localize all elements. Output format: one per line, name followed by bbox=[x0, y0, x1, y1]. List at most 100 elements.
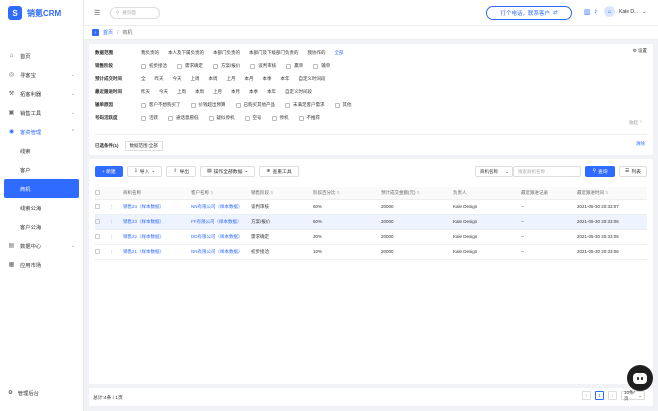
filter-checkbox[interactable]: 价钱超出预算 bbox=[190, 102, 226, 108]
row-checkbox[interactable] bbox=[95, 218, 100, 224]
assistant-robot-icon[interactable] bbox=[627, 365, 653, 391]
dedupe-button[interactable]: ⊕ 查重工具 bbox=[259, 166, 299, 177]
column-header[interactable]: 阶段百分比⇅ bbox=[313, 187, 381, 200]
import-button[interactable]: ⇩ 导入 ⌄ bbox=[126, 166, 163, 177]
filter-option[interactable]: 本周 bbox=[195, 89, 204, 95]
app-logo[interactable]: S 销氪CRM bbox=[0, 0, 83, 26]
sidebar-item-xunkebao[interactable]: ◎ 寻客宝 ⌄ bbox=[0, 65, 83, 84]
filter-checkbox[interactable]: 方案/报价 bbox=[213, 63, 240, 69]
column-header[interactable]: 负责人 bbox=[453, 187, 521, 200]
filter-checkbox[interactable]: 停机 bbox=[271, 115, 289, 121]
filter-option[interactable]: 本部门负责的 bbox=[213, 50, 240, 56]
filter-option[interactable]: 本季 bbox=[263, 76, 272, 82]
filter-checkbox[interactable]: 不推荐 bbox=[298, 115, 320, 121]
table-row[interactable]: ⋮ 销售23（样本数据） FF有限公司（样本数据） 方案/报价 50% 20000 Kale… bbox=[95, 214, 647, 230]
filter-option[interactable]: 本部门及下级部门负责的 bbox=[249, 50, 299, 56]
filter-option[interactable]: 今天 bbox=[173, 76, 182, 82]
table-row[interactable]: ⋮ 销售21（样本数据） NN有限公司（样本数据） 初步接洽 10% 20000 Kale … bbox=[95, 244, 647, 260]
row-menu-icon[interactable]: ⋮ bbox=[109, 214, 123, 230]
filter-option[interactable]: 昨天 bbox=[155, 76, 164, 82]
cell-name[interactable]: 销售21（样本数据） bbox=[123, 244, 191, 260]
sort-icon[interactable]: ⇅ bbox=[605, 190, 608, 195]
sidebar-item-home[interactable]: ⌂ 首页 bbox=[0, 46, 83, 65]
query-button[interactable]: ⚲ 查询 bbox=[585, 166, 615, 177]
filter-option[interactable]: 自定义时间段 bbox=[299, 76, 326, 82]
cell-customer[interactable]: NN有限公司（样本数据） bbox=[191, 244, 251, 260]
column-header[interactable]: 商机名称 bbox=[123, 187, 191, 200]
crumb-home[interactable]: 首页 bbox=[103, 29, 113, 36]
filter-option[interactable]: 全部 bbox=[335, 50, 344, 56]
sidebar-item-sales-tools[interactable]: ▣ 销售工具 ⌄ bbox=[0, 103, 83, 122]
column-header[interactable]: 销售阶段⇅ bbox=[251, 187, 313, 200]
filter-checkbox[interactable]: 客户不想购买了 bbox=[141, 102, 181, 108]
cell-name[interactable]: 销售24（样本数据） bbox=[123, 199, 191, 215]
filter-option[interactable]: 自定义时间段 bbox=[285, 89, 312, 95]
keyword-input[interactable]: 搜索商机名称 bbox=[513, 166, 581, 177]
prev-page-button[interactable]: ‹ bbox=[582, 391, 591, 400]
filter-checkbox[interactable]: 谈判审核 bbox=[250, 63, 276, 69]
sidebar-subitem-opportunities[interactable]: 商机 bbox=[4, 179, 79, 198]
filter-option[interactable]: 本月 bbox=[245, 76, 254, 82]
filter-checkbox[interactable]: 活跃 bbox=[141, 115, 158, 121]
filter-checkbox[interactable]: 赢单 bbox=[286, 63, 303, 69]
bell-icon[interactable]: ♪ bbox=[594, 8, 598, 15]
filter-option[interactable]: 本季 bbox=[249, 89, 258, 95]
sidebar-item-admin[interactable]: ⚙ 管理后台 bbox=[8, 389, 39, 397]
row-menu-icon[interactable]: ⋮ bbox=[109, 199, 123, 215]
cell-customer[interactable]: FF有限公司（样本数据） bbox=[191, 214, 251, 230]
sort-icon[interactable]: ⇅ bbox=[337, 190, 340, 195]
collapse-button[interactable]: 收起 ⌃ bbox=[629, 120, 643, 126]
sidebar-subitem-customers[interactable]: 客户 bbox=[0, 160, 83, 179]
sidebar-item-app-market[interactable]: ▦ 应用市场 bbox=[0, 255, 83, 274]
column-header[interactable]: 预计成交金额(元)⇅ bbox=[381, 187, 453, 200]
page-size-select[interactable]: 10条/页 ⌄ bbox=[621, 390, 645, 401]
sort-icon[interactable]: ⇅ bbox=[417, 190, 420, 195]
filter-option[interactable]: 本周 bbox=[209, 76, 218, 82]
user-menu[interactable]: ☺ Kale D... ⌄ bbox=[604, 6, 646, 17]
cell-name[interactable]: 销售23（样本数据） bbox=[123, 214, 191, 230]
filter-checkbox[interactable]: 初步接洽 bbox=[141, 63, 167, 69]
filter-checkbox[interactable]: 空号 bbox=[244, 115, 262, 121]
filter-option[interactable]: 我负责的 bbox=[141, 50, 159, 56]
bulk-ops-button[interactable]: ▤ 操作全部数据 ⌄ bbox=[200, 166, 256, 177]
filter-checkbox[interactable]: 需求确定 bbox=[177, 63, 203, 69]
filter-option[interactable]: 上周 bbox=[177, 89, 186, 95]
column-header[interactable]: 最近跟进记录 bbox=[521, 187, 577, 200]
filter-checkbox[interactable]: 其他 bbox=[334, 102, 352, 108]
filter-checkbox[interactable]: 已购买其他产品 bbox=[235, 102, 275, 108]
sidebar-subitem-leads[interactable]: 线索 bbox=[0, 141, 83, 160]
row-checkbox[interactable] bbox=[95, 233, 100, 239]
cell-customer[interactable]: NN有限公司（样本数据） bbox=[191, 199, 251, 215]
task-icon[interactable]: ▥ bbox=[584, 8, 591, 16]
sidebar-item-customer-mgmt[interactable]: ◉ 客资管理 ⌃ bbox=[0, 122, 83, 141]
filter-option[interactable]: 全 bbox=[141, 76, 146, 82]
list-view-button[interactable]: ☰ 列表 bbox=[619, 166, 647, 177]
cell-customer[interactable]: DD有限公司（样本数据） bbox=[191, 229, 251, 245]
sort-icon[interactable]: ⇅ bbox=[210, 190, 213, 195]
filter-checkbox[interactable]: 通话意愿低 bbox=[168, 115, 199, 121]
cell-name[interactable]: 销售22（样本数据） bbox=[123, 229, 191, 245]
sidebar-subitem-lead-pool[interactable]: 线索公海 bbox=[0, 198, 83, 217]
filter-checkbox[interactable]: 输单 bbox=[313, 63, 330, 69]
sidebar-item-data-center[interactable]: ▤ 数据中心 ⌄ bbox=[0, 236, 83, 255]
filter-option[interactable]: 本人及下属负责的 bbox=[168, 50, 204, 56]
filter-option[interactable]: 本年 bbox=[281, 76, 290, 82]
filter-option[interactable]: 上周 bbox=[191, 76, 200, 82]
condition-chip[interactable]: 数据范围:全部 bbox=[124, 141, 163, 151]
filter-option[interactable]: 本月 bbox=[231, 89, 240, 95]
back-icon[interactable]: ‹ bbox=[92, 29, 99, 36]
call-customer-button[interactable]: 打个电话，联系客户 ⇄ bbox=[486, 6, 572, 20]
filter-option[interactable]: 上月 bbox=[213, 89, 222, 95]
row-menu-icon[interactable]: ⋮ bbox=[109, 244, 123, 260]
filter-option[interactable]: 今天 bbox=[159, 89, 168, 95]
filter-option[interactable]: 本年 bbox=[267, 89, 276, 95]
table-row[interactable]: ⋮ 销售22（样本数据） DD有限公司（样本数据） 需求确定 30% 20000 Kale … bbox=[95, 229, 647, 245]
next-page-button[interactable]: › bbox=[608, 391, 617, 400]
row-checkbox[interactable] bbox=[95, 203, 100, 209]
clear-button[interactable]: 清除 bbox=[636, 141, 645, 147]
column-header[interactable]: 最近跟进时间⇅ bbox=[577, 187, 647, 200]
filter-option[interactable]: 昨天 bbox=[141, 89, 150, 95]
page-search-input[interactable]: ⚲ 搜页面 bbox=[110, 7, 160, 19]
menu-toggle-icon[interactable]: ☰ bbox=[94, 9, 100, 17]
page-number[interactable]: 1 bbox=[595, 391, 604, 400]
